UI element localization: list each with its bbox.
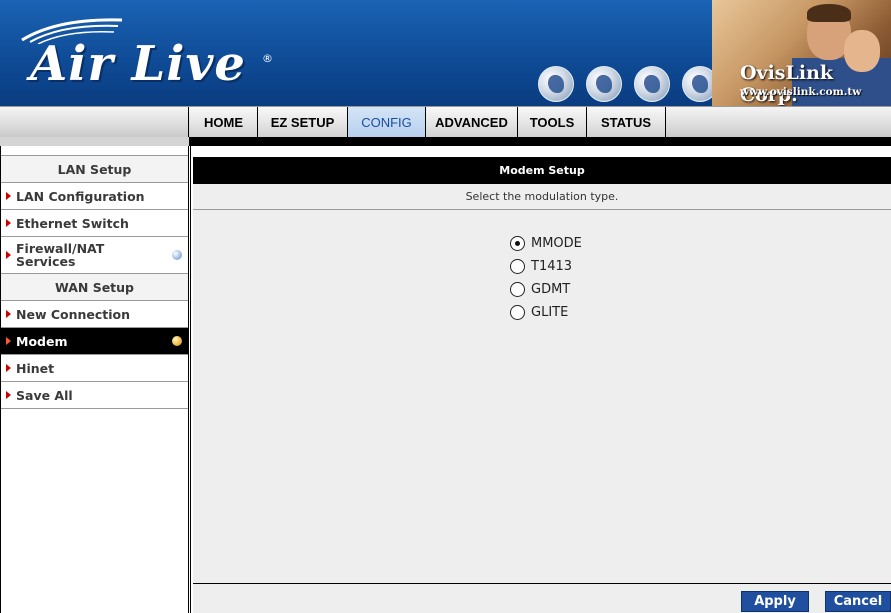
corp-name: OvisLink Corp. <box>740 62 834 106</box>
sidebar: LAN Setup LAN Configuration Ethernet Swi… <box>0 146 191 613</box>
cancel-button[interactable]: Cancel <box>825 591 891 612</box>
tab-advanced[interactable]: ADVANCED <box>426 107 518 138</box>
sidebar-item-label: Firewall/NAT Services <box>16 241 105 269</box>
tab-ez-setup[interactable]: EZ SETUP <box>258 107 348 138</box>
modulation-radio-group: MMODE T1413 GDMT GLITE <box>510 232 582 324</box>
apply-button[interactable]: Apply <box>741 591 809 612</box>
tab-tools[interactable]: TOOLS <box>518 107 587 138</box>
sidebar-item-firewall-nat[interactable]: Firewall/NAT Services <box>1 237 188 274</box>
arrow-icon <box>6 391 11 399</box>
radio-option-t1413[interactable]: T1413 <box>510 255 582 278</box>
arrow-icon <box>6 192 11 200</box>
tab-status[interactable]: STATUS <box>587 107 666 138</box>
sidebar-header-label: LAN Setup <box>57 161 132 177</box>
arrow-icon <box>6 219 11 227</box>
tab-home[interactable]: HOME <box>190 107 258 138</box>
nav-left-blank <box>0 107 189 138</box>
status-dot-icon <box>172 250 182 260</box>
globe-icon <box>634 66 670 102</box>
sidebar-item-ethernet-switch[interactable]: Ethernet Switch <box>1 210 188 237</box>
radio-option-mmode[interactable]: MMODE <box>510 232 582 255</box>
registered-mark: ® <box>262 52 273 65</box>
sidebar-header-lan-setup: LAN Setup <box>1 156 188 183</box>
radio-label: GDMT <box>531 282 571 297</box>
airlive-logo: Air Live <box>30 36 246 92</box>
sidebar-header-label: WAN Setup <box>54 279 135 295</box>
sidebar-item-label: New Connection <box>16 306 131 322</box>
page-title: Modem Setup <box>193 157 891 184</box>
radio-option-gdmt[interactable]: GDMT <box>510 278 582 301</box>
sidebar-header-wan-setup: WAN Setup <box>1 274 188 301</box>
radio-button[interactable] <box>510 282 525 297</box>
arrow-icon <box>6 251 11 259</box>
sidebar-item-label: Hinet <box>16 360 55 376</box>
sidebar-item-lan-configuration[interactable]: LAN Configuration <box>1 183 188 210</box>
radio-label: T1413 <box>531 259 573 274</box>
nav-left-strip <box>0 137 190 146</box>
sidebar-item-label: Ethernet Switch <box>16 215 129 231</box>
sidebar-item-label: Modem <box>16 333 68 349</box>
top-nav: HOME EZ SETUP CONFIG ADVANCED TOOLS STAT… <box>0 106 891 138</box>
sidebar-item-hinet[interactable]: Hinet <box>1 355 188 382</box>
sidebar-item-new-connection[interactable]: New Connection <box>1 301 188 328</box>
radio-label: GLITE <box>531 305 569 320</box>
radio-option-glite[interactable]: GLITE <box>510 301 582 324</box>
sidebar-item-label: Save All <box>16 387 73 403</box>
header-banner: Air Live ® OvisLink Corp. www.ovislink.c… <box>0 0 891 106</box>
corp-url: www.ovislink.com.tw <box>740 86 862 98</box>
radio-button[interactable] <box>510 236 525 251</box>
globe-icon <box>586 66 622 102</box>
tab-config[interactable]: CONFIG <box>348 107 426 138</box>
status-dot-icon <box>172 336 182 346</box>
page-subtitle: Select the modulation type. <box>193 184 891 210</box>
arrow-icon <box>6 337 11 345</box>
nav-black-strip <box>190 137 891 146</box>
sidebar-item-label: LAN Configuration <box>16 188 145 204</box>
radio-button[interactable] <box>510 305 525 320</box>
arrow-icon <box>6 364 11 372</box>
nav-tabs: HOME EZ SETUP CONFIG ADVANCED TOOLS STAT… <box>190 107 666 138</box>
globe-icons <box>538 66 718 102</box>
globe-icon <box>538 66 574 102</box>
arrow-icon <box>6 310 11 318</box>
radio-label: MMODE <box>531 236 582 251</box>
sidebar-item-save-all[interactable]: Save All <box>1 382 188 409</box>
radio-button[interactable] <box>510 259 525 274</box>
main-content: Modem Setup Select the modulation type. … <box>193 157 891 613</box>
divider <box>193 583 891 584</box>
sidebar-item-modem[interactable]: Modem <box>1 328 188 355</box>
